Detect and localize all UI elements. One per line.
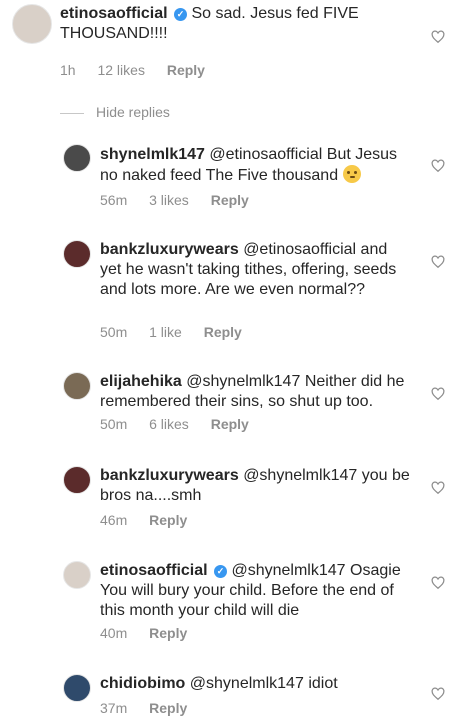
heart-outline-icon[interactable] [431, 30, 445, 44]
comment-time: 1h [60, 62, 76, 78]
comment-time: 37m [100, 700, 128, 716]
comment-meta: 46m Reply [100, 512, 205, 528]
comment-username[interactable]: shynelmlk147 [100, 146, 205, 163]
comment-meta: 50m 1 like Reply [100, 324, 260, 340]
heart-outline-icon[interactable] [431, 576, 445, 590]
comment-body: bankzluxurywears @shynelmlk147 you be br… [100, 466, 410, 506]
comment-username[interactable]: bankzluxurywears [100, 241, 239, 258]
mention-link[interactable]: @shynelmlk147 [186, 373, 300, 390]
mention-link[interactable]: @etinosaofficial [209, 146, 322, 163]
heart-outline-icon[interactable] [431, 255, 445, 269]
mention-link[interactable]: @shynelmlk147 [243, 467, 357, 484]
avatar[interactable] [63, 144, 91, 172]
reply-button[interactable]: Reply [167, 62, 205, 78]
verified-badge-icon: ✓ [174, 8, 188, 21]
comment-time: 40m [100, 625, 128, 641]
avatar[interactable] [63, 561, 91, 589]
heart-outline-icon[interactable] [431, 159, 445, 173]
mention-link[interactable]: @shynelmlk147 [231, 562, 345, 579]
comment-username[interactable]: elijahehika [100, 373, 182, 390]
reply-button[interactable]: Reply [149, 625, 187, 641]
comment-body: etinosaofficial ✓ @shynelmlk147 Osagie Y… [100, 561, 410, 621]
avatar[interactable] [63, 466, 91, 494]
comment-likes[interactable]: 1 like [149, 324, 182, 340]
comment-meta: 50m 6 likes Reply [100, 416, 267, 432]
comment-time: 56m [100, 192, 128, 208]
hide-replies-label: Hide replies [96, 104, 170, 120]
heart-outline-icon[interactable] [431, 481, 445, 495]
comment-meta: 56m 3 likes Reply [100, 192, 267, 208]
comment-username[interactable]: etinosaofficial [60, 5, 168, 22]
reply-button[interactable]: Reply [149, 512, 187, 528]
comment-body: shynelmlk147 @etinosaofficial But Jesus … [100, 145, 410, 186]
comment-text: idiot [308, 675, 338, 692]
reply-button[interactable]: Reply [211, 416, 249, 432]
thinking-face-icon [342, 165, 361, 183]
hide-replies-button[interactable]: Hide replies [60, 104, 170, 120]
comment-username[interactable]: bankzluxurywears [100, 467, 239, 484]
mention-link[interactable]: @etinosaofficial [243, 241, 356, 258]
heart-outline-icon[interactable] [431, 387, 445, 401]
avatar[interactable] [63, 674, 91, 702]
avatar[interactable] [63, 240, 91, 268]
comment-meta: 37m Reply [100, 700, 205, 716]
comment-time: 50m [100, 324, 128, 340]
heart-outline-icon[interactable] [431, 687, 445, 701]
comment-body: bankzluxurywears @etinosaofficial and ye… [100, 240, 410, 300]
comment-body: elijahehika @shynelmlk147 Neither did he… [100, 372, 410, 412]
comment-time: 50m [100, 416, 128, 432]
reply-button[interactable]: Reply [211, 192, 249, 208]
reply-button[interactable]: Reply [204, 324, 242, 340]
comment-likes[interactable]: 6 likes [149, 416, 189, 432]
comment-meta: 1h 12 likes Reply [60, 62, 223, 78]
comment-meta: 40m Reply [100, 625, 205, 641]
comment-username[interactable]: etinosaofficial [100, 562, 208, 579]
reply-button[interactable]: Reply [149, 700, 187, 716]
comment-likes[interactable]: 12 likes [97, 62, 144, 78]
comment-likes[interactable]: 3 likes [149, 192, 189, 208]
divider [60, 112, 84, 114]
comment-body: chidiobimo @shynelmlk147 idiot [100, 674, 410, 694]
comment-body: etinosaofficial ✓ So sad. Jesus fed FIVE… [60, 4, 420, 44]
avatar[interactable] [63, 372, 91, 400]
avatar[interactable] [12, 4, 52, 44]
mention-link[interactable]: @shynelmlk147 [190, 675, 304, 692]
verified-badge-icon: ✓ [214, 565, 228, 578]
comment-time: 46m [100, 512, 128, 528]
comment-username[interactable]: chidiobimo [100, 675, 185, 692]
